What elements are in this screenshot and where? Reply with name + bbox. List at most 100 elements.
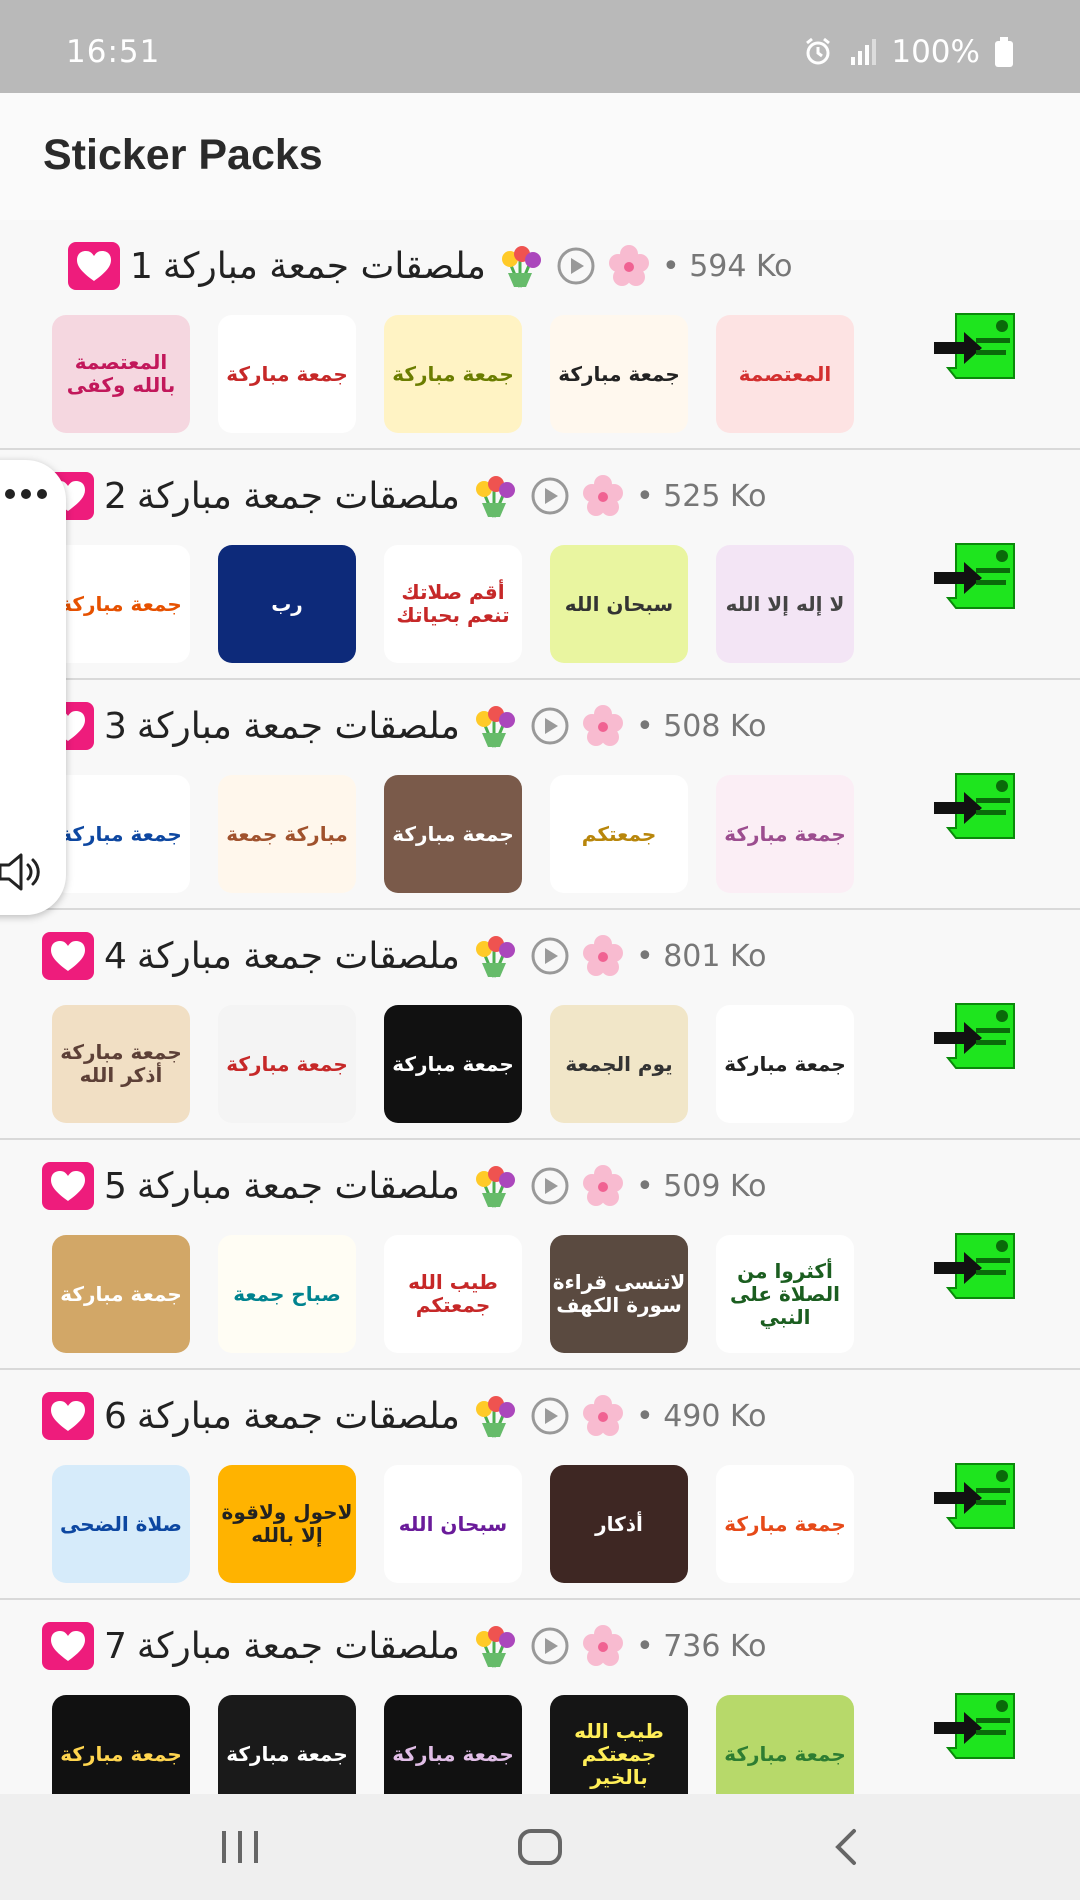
cherry-blossom-icon	[606, 243, 652, 289]
animated-pack-play-icon	[530, 1166, 570, 1206]
sticker-preview-strip: جمعة مباركة صباح جمعة طيب الله جمعتكم لاتنس…	[52, 1235, 872, 1360]
sticker-thumbnail: سبحان الله	[550, 545, 688, 663]
cherry-blossom-icon	[580, 703, 626, 749]
pack-size-value: 508 Ko	[663, 708, 767, 744]
pack-number: 2	[104, 475, 127, 517]
animated-pack-play-icon	[556, 246, 596, 286]
alarm-icon	[803, 37, 833, 67]
bouquet-icon	[470, 703, 520, 749]
add-to-whatsapp-button[interactable]	[932, 310, 1018, 382]
signal-icon	[847, 37, 877, 67]
animated-pack-play-icon	[530, 1626, 570, 1666]
pack-header: 2 ملصقات جمعة مباركة • 525 Ko	[42, 470, 767, 522]
recent-apps-button[interactable]	[210, 1822, 270, 1872]
sticker-pack-row[interactable]: 7 ملصقات جمعة مباركة • 736 Ko جمعة مبارك…	[0, 1600, 1080, 1794]
back-button[interactable]	[815, 1822, 875, 1872]
cherry-blossom-icon	[580, 1393, 626, 1439]
pack-size: • 508 Ko	[635, 708, 767, 744]
sticker-thumbnail: المعتصمة بالله وكفى	[52, 315, 190, 433]
sticker-thumbnail: جمعة مباركة أذكر الله	[52, 1005, 190, 1123]
pack-size-value: 490 Ko	[663, 1398, 767, 1434]
sticker-thumbnail: صلاة الضحى	[52, 1465, 190, 1583]
pack-size-value: 525 Ko	[663, 478, 767, 514]
sticker-pack-row[interactable]: 6 ملصقات جمعة مباركة • 490 Ko صلاة الضحى…	[0, 1370, 1080, 1600]
pack-name: ملصقات جمعة مباركة	[136, 1395, 460, 1437]
sticker-thumbnail: جمعة مباركة	[384, 315, 522, 433]
sticker-thumbnail: جمعة مباركة	[218, 1695, 356, 1794]
sticker-thumbnail: جمعة مباركة	[716, 1695, 854, 1794]
sticker-preview-strip: جمعة مباركة مباركة جمعة جمعة مباركة جمعتكم ج…	[52, 775, 872, 900]
status-bar: 16:51 100%	[0, 0, 1080, 93]
status-icons: 100%	[803, 34, 1014, 70]
sticker-pack-row[interactable]: 5 ملصقات جمعة مباركة • 509 Ko جمعة مبارك…	[0, 1140, 1080, 1370]
cherry-blossom-icon	[580, 1163, 626, 1209]
add-to-whatsapp-icon	[934, 1233, 1015, 1299]
sticker-thumbnail: لاتنسى قراءة سورة الكهف	[550, 1235, 688, 1353]
sticker-pack-row[interactable]: 3 ملصقات جمعة مباركة • 508 Ko جمعة مبارك…	[0, 680, 1080, 910]
pack-name: ملصقات جمعة مباركة	[136, 1165, 460, 1207]
sticker-thumbnail: جمعة مباركة	[52, 775, 190, 893]
sticker-thumbnail: أقم صلاتك تنعم بحياتك	[384, 545, 522, 663]
pack-size-value: 801 Ko	[663, 938, 767, 974]
sticker-preview-strip: جمعة مباركة جمعة مباركة جمعة مباركة طيب الل…	[52, 1695, 872, 1794]
pack-size: • 736 Ko	[635, 1628, 767, 1664]
add-to-whatsapp-button[interactable]	[932, 1460, 1018, 1532]
volume-icon[interactable]	[0, 850, 44, 898]
cherry-blossom-icon	[580, 1623, 626, 1669]
add-to-whatsapp-button[interactable]	[932, 1690, 1018, 1762]
pack-number: 5	[104, 1165, 127, 1207]
sticker-pack-row[interactable]: 4 ملصقات جمعة مباركة • 801 Ko جمعة مبارك…	[0, 910, 1080, 1140]
animated-pack-play-icon	[530, 936, 570, 976]
back-icon	[835, 1829, 856, 1865]
pack-size: • 490 Ko	[635, 1398, 767, 1434]
bouquet-icon	[496, 243, 546, 289]
pack-size: • 801 Ko	[635, 938, 767, 974]
pack-size: • 594 Ko	[661, 248, 793, 284]
pack-number: 4	[104, 935, 127, 977]
home-button[interactable]	[510, 1822, 570, 1872]
sticker-thumbnail: جمعة مباركة	[384, 1005, 522, 1123]
pack-size-value: 594 Ko	[689, 248, 793, 284]
pack-header: 1 ملصقات جمعة مباركة • 594 Ko	[68, 240, 793, 292]
cherry-blossom-icon	[580, 933, 626, 979]
sticker-thumbnail: سبحان الله	[384, 1465, 522, 1583]
pack-header: 4 ملصقات جمعة مباركة • 801 Ko	[42, 930, 767, 982]
add-to-whatsapp-button[interactable]	[932, 1230, 1018, 1302]
sticker-pack-row[interactable]: 1 ملصقات جمعة مباركة • 594 Ko المعتصمة ب…	[0, 220, 1080, 450]
animated-pack-play-icon	[530, 706, 570, 746]
heart-icon	[68, 242, 120, 290]
sticker-thumbnail: جمعة مباركة	[716, 775, 854, 893]
pack-size: • 525 Ko	[635, 478, 767, 514]
sticker-preview-strip: المعتصمة بالله وكفى جمعة مباركة جمعة مبارك…	[52, 315, 872, 440]
pack-number: 1	[130, 245, 153, 287]
page-title: Sticker Packs	[43, 131, 323, 179]
more-options-icon[interactable]	[2, 486, 50, 506]
sticker-pack-row[interactable]: 2 ملصقات جمعة مباركة • 525 Ko جمعة مبارك…	[0, 450, 1080, 680]
add-to-whatsapp-button[interactable]	[932, 1000, 1018, 1072]
bouquet-icon	[470, 473, 520, 519]
pack-name: ملصقات جمعة مباركة	[162, 245, 486, 287]
add-to-whatsapp-icon	[934, 543, 1015, 609]
pack-number: 6	[104, 1395, 127, 1437]
heart-icon	[42, 1392, 94, 1440]
pack-size-value: 509 Ko	[663, 1168, 767, 1204]
heart-icon	[42, 932, 94, 980]
sticker-thumbnail: صباح جمعة	[218, 1235, 356, 1353]
add-to-whatsapp-icon	[934, 1003, 1015, 1069]
add-to-whatsapp-icon	[934, 1463, 1015, 1529]
pack-size-value: 736 Ko	[663, 1628, 767, 1664]
pack-header: 5 ملصقات جمعة مباركة • 509 Ko	[42, 1160, 767, 1212]
sticker-thumbnail: جمعة مباركة	[52, 545, 190, 663]
add-to-whatsapp-button[interactable]	[932, 770, 1018, 842]
battery-percent: 100%	[891, 34, 980, 70]
system-navigation-bar	[0, 1794, 1080, 1900]
bouquet-icon	[470, 1393, 520, 1439]
add-to-whatsapp-button[interactable]	[932, 540, 1018, 612]
sticker-thumbnail: جمعتكم	[550, 775, 688, 893]
sticker-thumbnail: جمعة مباركة	[384, 775, 522, 893]
cherry-blossom-icon	[580, 473, 626, 519]
sticker-thumbnail: أكثروا من الصلاة على النبي	[716, 1235, 854, 1353]
floating-side-panel[interactable]	[0, 460, 66, 915]
sticker-pack-list[interactable]: 1 ملصقات جمعة مباركة • 594 Ko المعتصمة ب…	[0, 220, 1080, 1794]
bouquet-icon	[470, 1623, 520, 1669]
